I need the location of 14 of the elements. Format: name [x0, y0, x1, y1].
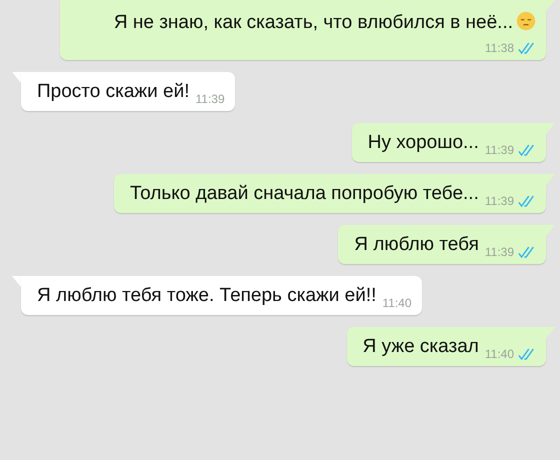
message-text: Я уже сказал [362, 336, 479, 357]
message-time: 11:39 [484, 194, 514, 208]
message-time: 11:38 [484, 41, 514, 55]
message-time: 11:40 [484, 347, 514, 361]
message-text: Просто скажи ей! [37, 81, 190, 102]
message-text: Я люблю тебя [354, 234, 479, 255]
message-time: 11:39 [484, 245, 514, 259]
message-text: Ну хорошо... [368, 132, 479, 153]
message-time: 11:40 [382, 296, 412, 310]
message-text: Я люблю тебя тоже. Теперь скажи ей!! [37, 285, 376, 306]
message-text: Я не знаю, как сказать, что влюбился в неё... [114, 12, 513, 33]
message-time: 11:39 [195, 92, 225, 106]
message-text: Только давай сначала попробую тебе... [130, 183, 479, 204]
message-time: 11:39 [484, 143, 514, 157]
